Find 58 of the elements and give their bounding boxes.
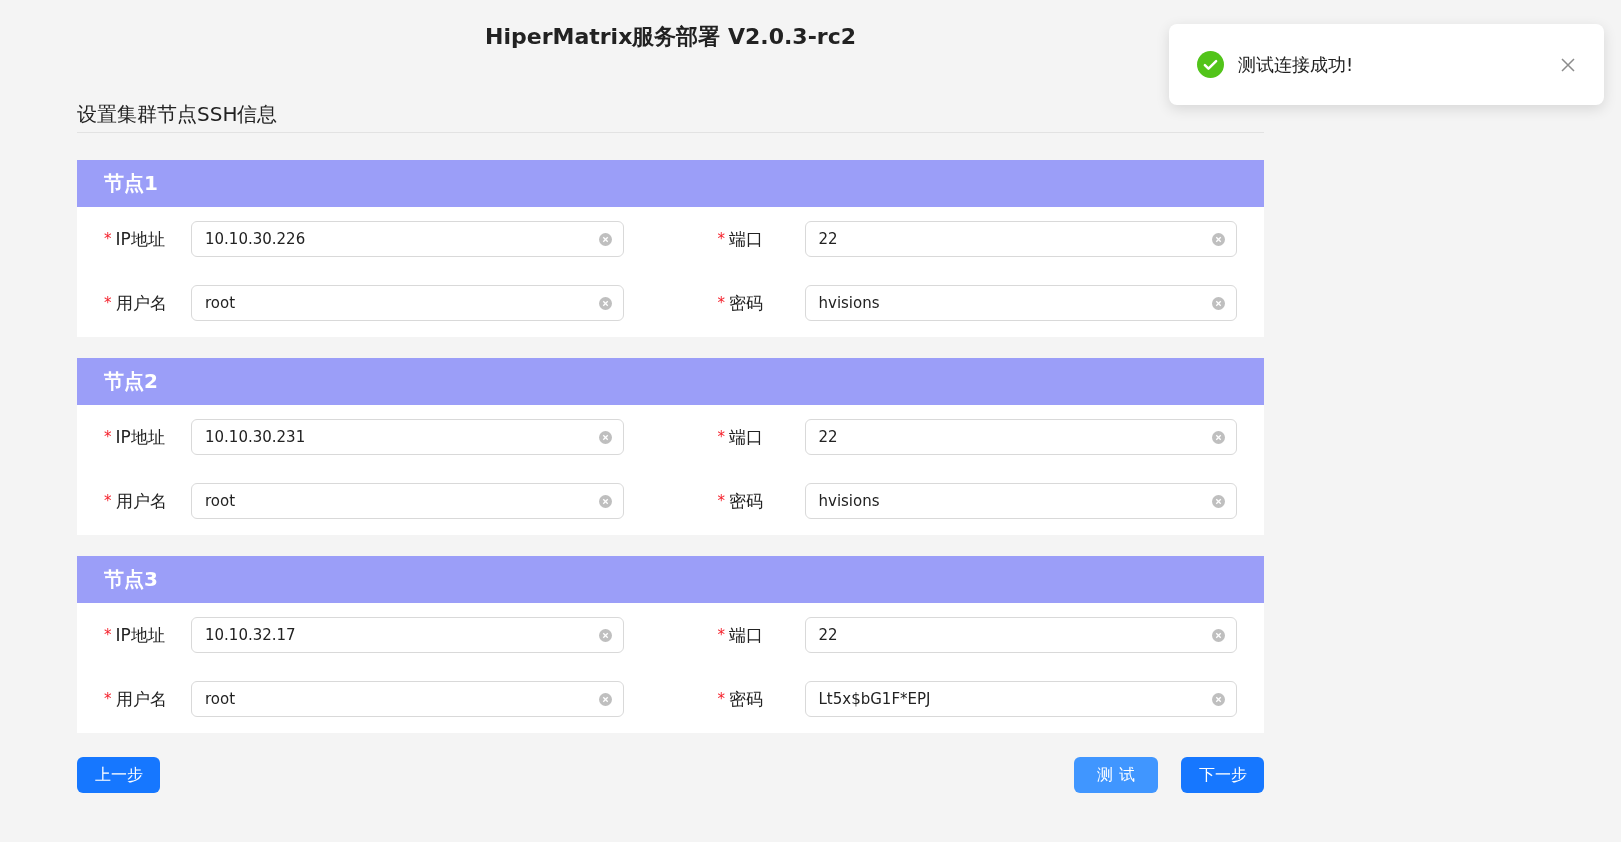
field-label: 密码 [729, 489, 763, 513]
required-mark: * [104, 690, 112, 708]
required-mark: * [104, 428, 112, 446]
field-label: 密码 [729, 291, 763, 315]
field-label: IP地址 [115, 227, 165, 251]
next-step-button[interactable]: 下一步 [1181, 757, 1264, 793]
clear-icon[interactable] [598, 494, 612, 508]
required-mark: * [717, 626, 725, 644]
input-field[interactable]: 10.10.30.226 [191, 221, 624, 257]
page-title: HiperMatrix服务部署 V2.0.3-rc2 [484, 23, 857, 51]
input-field[interactable]: 10.10.32.17 [191, 617, 624, 653]
required-mark: * [717, 492, 725, 510]
section-title: 设置集群节点SSH信息 [77, 101, 278, 128]
required-mark: * [717, 230, 725, 248]
input-field[interactable]: root [191, 483, 624, 519]
field-label: 端口 [729, 623, 763, 647]
input-field[interactable]: Lt5x$bG1F*EPJ [804, 681, 1237, 717]
clear-icon[interactable] [1212, 296, 1225, 310]
required-mark: * [104, 492, 112, 510]
check-circle-icon [1197, 51, 1224, 78]
required-mark: * [717, 428, 725, 446]
field-label: 端口 [729, 425, 763, 449]
field-label: 端口 [729, 227, 763, 251]
required-mark: * [104, 230, 112, 248]
clear-icon[interactable] [598, 692, 612, 706]
clear-icon[interactable] [598, 430, 612, 444]
toast-message: 测试连接成功! [1238, 52, 1355, 77]
field-label: 用户名 [115, 687, 167, 711]
node-header: 节点1 [77, 160, 1264, 207]
input-field[interactable]: hvisions [804, 483, 1237, 519]
required-mark: * [717, 294, 725, 312]
node-header: 节点2 [77, 358, 1264, 405]
clear-icon[interactable] [1212, 628, 1225, 642]
input-field[interactable]: 22 [804, 617, 1237, 653]
required-mark: * [717, 690, 725, 708]
field-label: 用户名 [115, 291, 167, 315]
required-mark: * [104, 626, 112, 644]
field-label: 密码 [729, 687, 763, 711]
clear-icon[interactable] [598, 232, 612, 246]
input-field[interactable]: 10.10.30.231 [191, 419, 624, 455]
input-field[interactable]: 22 [804, 419, 1237, 455]
field-label: IP地址 [115, 623, 165, 647]
previous-step-button[interactable]: 上一步 [77, 757, 160, 793]
input-field[interactable]: root [191, 285, 624, 321]
input-field[interactable]: root [191, 681, 624, 717]
clear-icon[interactable] [1212, 692, 1225, 706]
required-mark: * [104, 294, 112, 312]
input-field[interactable]: hvisions [804, 285, 1237, 321]
clear-icon[interactable] [1212, 232, 1225, 246]
field-label: 用户名 [115, 489, 167, 513]
close-icon[interactable] [1560, 56, 1576, 73]
input-field[interactable]: 22 [804, 221, 1237, 257]
clear-icon[interactable] [1212, 430, 1225, 444]
clear-icon[interactable] [1212, 494, 1225, 508]
clear-icon[interactable] [598, 628, 612, 642]
node-header: 节点3 [77, 556, 1264, 603]
field-label: IP地址 [115, 425, 165, 449]
clear-icon[interactable] [598, 296, 612, 310]
